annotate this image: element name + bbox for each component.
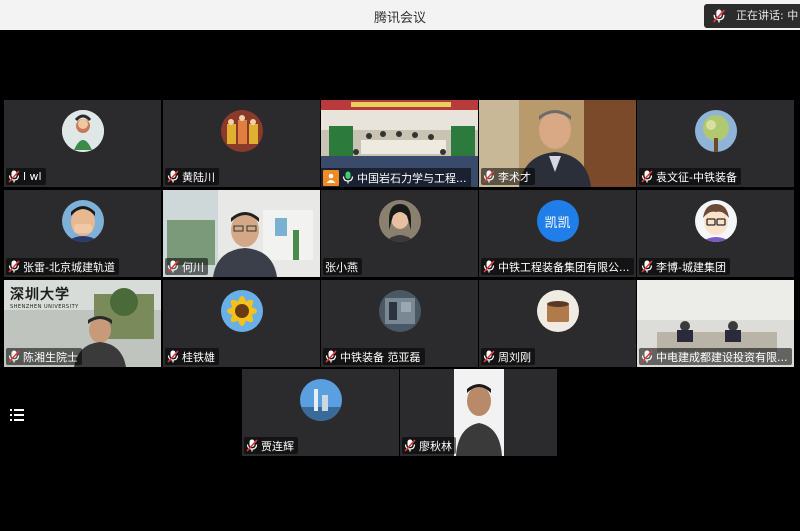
video-grid: l wl 黄陆川 中国岩石力学与工程... 李术才 袁文征-中铁装备 张雷-北京… <box>0 30 800 531</box>
microphone-muted-icon <box>483 260 495 273</box>
participant-label: 黄陆川 <box>165 168 219 185</box>
participant-name: 中铁工程装备集团有限公... <box>498 260 630 274</box>
participant-name: 廖秋林 <box>419 439 452 453</box>
participant-label: 贾连辉 <box>244 437 298 454</box>
participant-name: 贾连辉 <box>261 439 294 453</box>
avatar <box>220 110 263 152</box>
participant-name: 李博-城建集团 <box>656 260 726 274</box>
microphone-muted-icon <box>404 439 416 452</box>
participant-label: 袁文征-中铁装备 <box>639 168 741 185</box>
participant-tile[interactable]: 廖秋林 <box>400 369 557 456</box>
participant-tile[interactable]: 何川 <box>163 190 320 277</box>
participant-tile[interactable]: 黄陆川 <box>163 100 320 187</box>
microphone-muted-icon <box>641 170 653 183</box>
participant-label: 陈湘生院士 <box>6 348 82 365</box>
participant-label: 中电建成都建设投资有限... <box>639 348 792 365</box>
participant-name: 张雷-北京城建轨道 <box>23 260 115 274</box>
microphone-muted-icon <box>8 170 20 183</box>
microphone-muted-icon <box>8 350 20 363</box>
participant-tile[interactable]: 贾连辉 <box>242 369 399 456</box>
participant-name: 张小燕 <box>325 260 358 274</box>
participant-tile[interactable]: 周刘刚 <box>479 280 636 367</box>
participant-tile[interactable]: 李术才 <box>479 100 636 187</box>
participant-name: 桂铁雄 <box>182 350 215 364</box>
avatar <box>378 290 421 332</box>
shenzhen-university-sign: 深圳大学 SHENZHEN UNIVERSITY <box>10 284 79 310</box>
participant-name: l wl <box>23 170 42 183</box>
microphone-muted-icon <box>167 350 179 363</box>
participant-name: 陈湘生院士 <box>23 350 78 364</box>
participant-tile[interactable]: l wl <box>4 100 161 187</box>
participant-tile[interactable]: 中国岩石力学与工程... <box>321 100 478 187</box>
avatar <box>61 200 104 242</box>
participant-label: 中国岩石力学与工程... <box>321 168 471 187</box>
participant-label: 中铁装备 范亚磊 <box>323 348 425 365</box>
participant-tile[interactable]: 袁文征-中铁装备 <box>637 100 794 187</box>
participant-label: 李博-城建集团 <box>639 258 730 275</box>
speaking-label: 正在讲话: 中 <box>736 9 799 22</box>
microphone-muted-icon <box>167 170 179 183</box>
participant-label: 廖秋林 <box>402 437 456 454</box>
avatar <box>299 379 342 421</box>
microphone-muted-icon <box>167 260 179 273</box>
avatar <box>536 290 579 332</box>
sign-text-en: SHENZHEN UNIVERSITY <box>10 304 79 310</box>
participant-tile[interactable]: 李博-城建集团 <box>637 190 794 277</box>
participant-label: l wl <box>6 168 46 185</box>
avatar <box>694 110 737 152</box>
window-titlebar: 腾讯会议 正在讲话: 中 <box>0 0 800 31</box>
participant-tile[interactable]: 桂铁雄 <box>163 280 320 367</box>
participant-label: 周刘刚 <box>481 348 535 365</box>
microphone-muted-icon <box>641 260 653 273</box>
participant-name: 周刘刚 <box>498 350 531 364</box>
avatar <box>61 110 104 152</box>
speaking-indicator[interactable]: 正在讲话: 中 <box>704 4 800 28</box>
app-title: 腾讯会议 <box>373 11 426 26</box>
menu-icon[interactable] <box>10 407 28 421</box>
microphone-muted-icon <box>325 350 337 363</box>
participant-tile[interactable]: 中铁装备 范亚磊 <box>321 280 478 367</box>
avatar <box>378 200 421 242</box>
avatar-text: 凯凯 <box>544 215 571 231</box>
person-icon <box>323 169 339 186</box>
participant-label: 桂铁雄 <box>165 348 219 365</box>
microphone-active-icon <box>342 171 354 184</box>
participant-name: 袁文征-中铁装备 <box>656 170 737 184</box>
participant-tile[interactable]: 中电建成都建设投资有限... <box>637 280 794 367</box>
participant-label: 中铁工程装备集团有限公... <box>481 258 634 275</box>
participant-label: 张小燕 <box>323 258 362 275</box>
participant-name: 中国岩石力学与工程... <box>357 171 467 185</box>
avatar <box>220 290 263 332</box>
microphone-icon <box>712 9 726 23</box>
sign-text: 深圳大学 <box>10 287 70 303</box>
microphone-muted-icon <box>246 439 258 452</box>
microphone-muted-icon <box>8 260 20 273</box>
participant-label: 何川 <box>165 258 208 275</box>
participant-label: 李术才 <box>481 168 535 185</box>
microphone-muted-icon <box>641 350 653 363</box>
avatar <box>694 200 737 242</box>
participant-tile[interactable]: 张雷-北京城建轨道 <box>4 190 161 277</box>
participant-name: 黄陆川 <box>182 170 215 184</box>
participant-label: 张雷-北京城建轨道 <box>6 258 119 275</box>
participant-name: 何川 <box>182 260 204 274</box>
avatar: 凯凯 <box>536 200 579 242</box>
participant-name: 中电建成都建设投资有限... <box>656 350 788 364</box>
microphone-muted-icon <box>483 350 495 363</box>
participant-tile[interactable]: 张小燕 <box>321 190 478 277</box>
participant-tile[interactable]: 深圳大学 SHENZHEN UNIVERSITY 陈湘生院士 <box>4 280 161 367</box>
participant-name: 中铁装备 范亚磊 <box>340 350 421 364</box>
participant-name: 李术才 <box>498 170 531 184</box>
microphone-muted-icon <box>483 170 495 183</box>
participant-tile[interactable]: 凯凯 中铁工程装备集团有限公... <box>479 190 636 277</box>
